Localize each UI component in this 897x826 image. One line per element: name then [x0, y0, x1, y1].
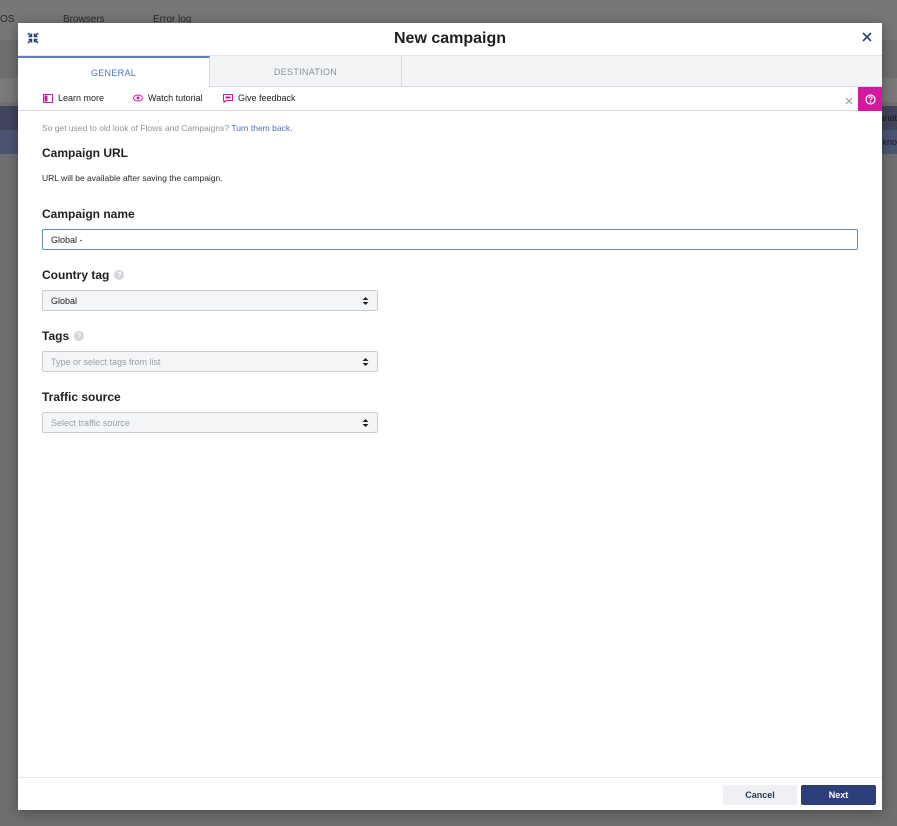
campaign-url-title: Campaign URL: [42, 146, 128, 160]
tab-bar: GENERAL DESTINATION: [18, 56, 882, 88]
select-arrows-icon: [362, 296, 369, 305]
learn-more-label: Learn more: [58, 93, 105, 103]
traffic-source-select[interactable]: Select traffic source: [42, 412, 378, 433]
traffic-source-placeholder: Select traffic source: [51, 417, 130, 428]
country-tag-title-text: Country tag: [42, 268, 110, 282]
feedback-icon: [223, 93, 233, 103]
tab-destination[interactable]: DESTINATION: [210, 56, 402, 87]
help-close-icon[interactable]: [844, 93, 854, 105]
info-icon[interactable]: ?: [74, 331, 85, 341]
campaign-name-input[interactable]: [42, 229, 858, 250]
traffic-source-title-text: Traffic source: [42, 390, 121, 404]
campaign-url-title-text: Campaign URL: [42, 146, 129, 160]
bg-menu-os: OS: [0, 14, 15, 25]
tags-select[interactable]: Type or select tags from list: [42, 351, 378, 372]
campaign-name-title: Campaign name: [42, 207, 135, 221]
country-tag-select[interactable]: Global: [42, 290, 378, 311]
cancel-button[interactable]: Cancel: [723, 785, 797, 805]
campaign-name-title-text: Campaign name: [42, 207, 135, 221]
eye-icon: [133, 94, 143, 102]
old-look-notice: So get used to old look of Flows and Cam…: [42, 123, 292, 133]
notice-text: So get used to old look of Flows and Cam…: [42, 123, 230, 133]
turn-back-link[interactable]: Turn them back.: [231, 123, 292, 133]
tags-title-text: Tags: [42, 329, 70, 343]
modal-title: New campaign: [393, 30, 507, 47]
next-button[interactable]: Next: [801, 785, 876, 805]
campaign-url-note: URL will be available after saving the c…: [42, 173, 223, 183]
modal-footer: Cancel Next: [18, 777, 882, 810]
learn-more-link[interactable]: Learn more: [43, 93, 104, 103]
modal-header: New campaign: [18, 23, 882, 56]
give-feedback-link[interactable]: Give feedback: [223, 93, 296, 103]
country-tag-title: Country tag ?: [42, 268, 125, 282]
tags-title: Tags ?: [42, 329, 85, 343]
help-toggle-button[interactable]: [858, 87, 882, 111]
book-icon: [43, 93, 53, 103]
close-icon[interactable]: [860, 30, 874, 44]
select-arrows-icon: [362, 357, 369, 366]
country-tag-value: Global: [51, 295, 78, 306]
tab-general[interactable]: GENERAL: [18, 56, 210, 88]
watch-tutorial-label: Watch tutorial: [148, 93, 203, 103]
new-campaign-modal: New campaign GENERAL DESTINATION Learn m…: [18, 23, 882, 810]
help-bar: Learn more Watch tutorial Give feedback: [18, 87, 882, 111]
give-feedback-label: Give feedback: [238, 93, 296, 103]
info-icon[interactable]: ?: [114, 270, 125, 280]
question-icon: [864, 93, 876, 105]
traffic-source-title: Traffic source: [42, 390, 121, 404]
tags-placeholder: Type or select tags from list: [51, 356, 161, 367]
select-arrows-icon: [362, 418, 369, 427]
watch-tutorial-link[interactable]: Watch tutorial: [133, 93, 203, 103]
